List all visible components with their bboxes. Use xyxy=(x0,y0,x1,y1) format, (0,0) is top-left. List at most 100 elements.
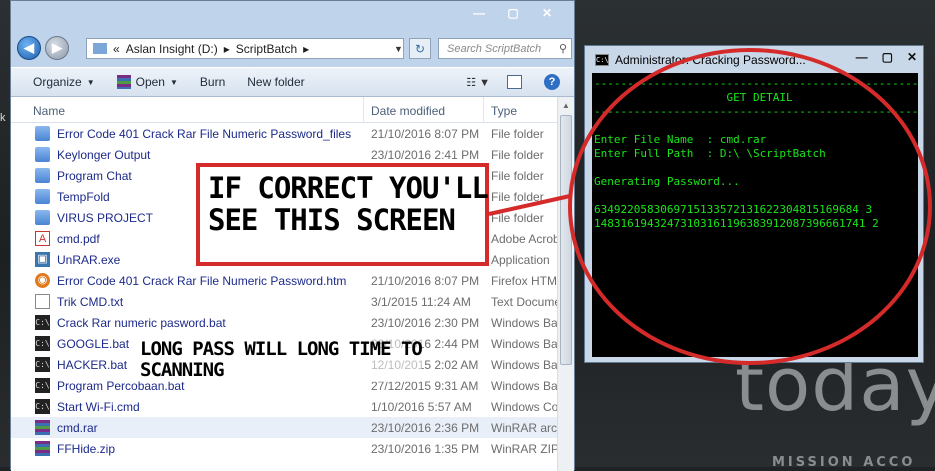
file-row[interactable]: cmd.rar 23/10/2016 2:36 PM WinRAR archive xyxy=(11,417,574,438)
address-bar[interactable]: « Aslan Insight (D:) ▸ ScriptBatch ▸ xyxy=(86,38,404,59)
breadcrumb-folder[interactable]: ScriptBatch xyxy=(236,42,297,56)
file-name: cmd.pdf xyxy=(57,232,100,246)
file-name: GOOGLE.bat xyxy=(57,337,130,351)
cmd-minimize-button[interactable]: — xyxy=(856,50,868,64)
column-header-type[interactable]: Type xyxy=(491,104,517,118)
column-headers: Name Date modified Type xyxy=(11,97,574,123)
breadcrumb-separator[interactable]: ▸ xyxy=(303,42,309,56)
organize-button[interactable]: Organize ▼ xyxy=(33,75,95,89)
address-prefix: « xyxy=(113,41,120,56)
breadcrumb-drive[interactable]: Aslan Insight (D:) xyxy=(126,42,218,56)
annotation-long-pass-line: SCANNING xyxy=(140,359,225,382)
file-name: Trik CMD.txt xyxy=(57,295,124,309)
bat-icon: C:\ xyxy=(35,399,50,414)
file-date: 21/10/2016 8:07 PM xyxy=(371,127,480,141)
file-row[interactable]: C:\ Crack Rar numeric pasword.bat 23/10/20… xyxy=(11,312,574,333)
folder-icon xyxy=(93,43,107,54)
winrar-icon xyxy=(116,75,131,89)
column-header-name[interactable]: Name xyxy=(33,104,65,118)
file-type: Application xyxy=(491,253,550,267)
file-row[interactable]: FFHide.zip 23/10/2016 1:35 PM WinRAR ZIP a… xyxy=(11,438,574,459)
forward-arrow-icon[interactable]: ▶ xyxy=(45,36,69,60)
folder-icon xyxy=(35,210,50,225)
file-name: FFHide.zip xyxy=(57,442,116,456)
search-icon: ⚲ xyxy=(558,43,567,55)
file-type: File folder xyxy=(491,148,544,162)
annotation-correct: IF CORRECT YOU'LL SEE THIS SCREEN xyxy=(208,171,489,238)
file-list: Name Date modified Type Error Code 401 C… xyxy=(11,97,574,471)
file-date: 23/10/2016 2:36 PM xyxy=(371,421,480,435)
minimize-button[interactable]: — xyxy=(462,4,496,21)
burn-button[interactable]: Burn xyxy=(200,75,225,89)
bat-icon: C:\ xyxy=(35,378,50,393)
cmd-close-button[interactable]: ✕ xyxy=(907,50,917,64)
scrollbar-thumb[interactable] xyxy=(560,115,572,365)
file-name: Program Chat xyxy=(57,169,132,183)
folder-icon xyxy=(35,189,50,204)
breadcrumb-separator[interactable]: ▸ xyxy=(224,42,230,56)
column-header-date[interactable]: Date modified xyxy=(371,104,445,118)
file-row[interactable]: Error Code 401 Crack Rar File Numeric Pa… xyxy=(11,123,574,144)
file-name: VIRUS PROJECT xyxy=(57,211,154,225)
desktop-subtext: MISSION ACCO xyxy=(772,455,916,470)
address-row: ◀ ▶ « Aslan Insight (D:) ▸ ScriptBatch ▸… xyxy=(11,34,574,62)
open-button[interactable]: Open ▼ xyxy=(116,75,178,89)
search-input[interactable]: Search ScriptBatch ⚲ xyxy=(438,38,572,59)
chevron-down-icon: ▼ xyxy=(86,77,95,87)
refresh-icon[interactable]: ↻ xyxy=(409,38,431,59)
rar-icon xyxy=(35,441,50,456)
file-name: Crack Rar numeric pasword.bat xyxy=(57,316,226,330)
file-name: UnRAR.exe xyxy=(57,253,121,267)
view-options-icon[interactable]: ☷ ▼ xyxy=(466,76,490,89)
scroll-up-icon[interactable]: ▲ xyxy=(558,97,574,114)
file-type: File folder xyxy=(491,169,544,183)
pdf-icon: A xyxy=(35,231,50,246)
txt-icon xyxy=(35,294,50,309)
file-date: 21/10/2016 8:07 PM xyxy=(371,274,480,288)
help-icon[interactable]: ? xyxy=(544,74,560,90)
preview-pane-icon[interactable] xyxy=(507,75,522,89)
file-row[interactable]: ◉ Error Code 401 Crack Rar File Numeric P… xyxy=(11,270,574,291)
desktop-edge-text: k xyxy=(0,112,6,124)
bat-icon: C:\ xyxy=(35,357,50,372)
file-row[interactable]: Trik CMD.txt 3/1/2015 11:24 AM Text Docume… xyxy=(11,291,574,312)
file-type: File folder xyxy=(491,211,544,225)
organize-label: Organize xyxy=(33,75,82,89)
file-name: Error Code 401 Crack Rar File Numeric Pa… xyxy=(57,127,352,141)
new-folder-button[interactable]: New folder xyxy=(247,75,304,89)
file-name: HACKER.bat xyxy=(57,358,128,372)
bat-icon: C:\ xyxy=(35,336,50,351)
file-name: Start Wi-Fi.cmd xyxy=(57,400,140,414)
search-placeholder: Search ScriptBatch xyxy=(447,42,542,55)
chevron-down-icon: ▼ xyxy=(169,77,178,87)
annotation-long-pass-line: LONG PASS WILL LONG TIME TO xyxy=(140,338,423,360)
red-highlight-ellipse xyxy=(568,48,932,365)
file-type: File folder xyxy=(491,127,544,141)
file-name: cmd.rar xyxy=(57,421,98,435)
vertical-scrollbar[interactable]: ▲ xyxy=(557,97,574,471)
command-bar: Organize ▼ Open ▼ Burn New folder ☷ ▼ ? xyxy=(11,67,574,97)
maximize-button[interactable]: ▢ xyxy=(496,4,530,21)
folder-icon xyxy=(35,168,50,183)
back-arrow-icon[interactable]: ◀ xyxy=(17,36,41,60)
file-date: 23/10/2016 2:30 PM xyxy=(371,316,480,330)
file-row[interactable]: C:\ Start Wi-Fi.cmd 1/10/2016 5:57 AM Windo… xyxy=(11,396,574,417)
cmd-maximize-button[interactable]: ▢ xyxy=(882,50,893,64)
open-label: Open xyxy=(135,75,165,89)
file-date: 23/10/2016 1:35 PM xyxy=(371,442,480,456)
explorer-window-controls: — ▢ ✕ xyxy=(462,4,564,21)
rar-icon xyxy=(35,420,50,435)
file-type: File folder xyxy=(491,190,544,204)
chevron-down-icon[interactable]: ▼ xyxy=(394,38,406,59)
annotation-correct-line: IF CORRECT YOU'LL xyxy=(208,171,489,205)
close-button[interactable]: ✕ xyxy=(530,4,564,21)
annotation-correct-line: SEE THIS SCREEN xyxy=(208,203,456,238)
htm-icon: ◉ xyxy=(35,273,50,288)
file-name: TempFold xyxy=(57,190,110,204)
file-row[interactable]: Keylonger Output 23/10/2016 2:41 PM File f… xyxy=(11,144,574,165)
new-folder-label: New folder xyxy=(247,75,305,89)
annotation-long-pass: LONG PASS WILL LONG TIME TO SCANNING xyxy=(140,338,423,382)
bat-icon: C:\ xyxy=(35,315,50,330)
file-name: Keylonger Output xyxy=(57,148,151,162)
cmd-window-controls: — ▢ ✕ xyxy=(856,50,917,64)
